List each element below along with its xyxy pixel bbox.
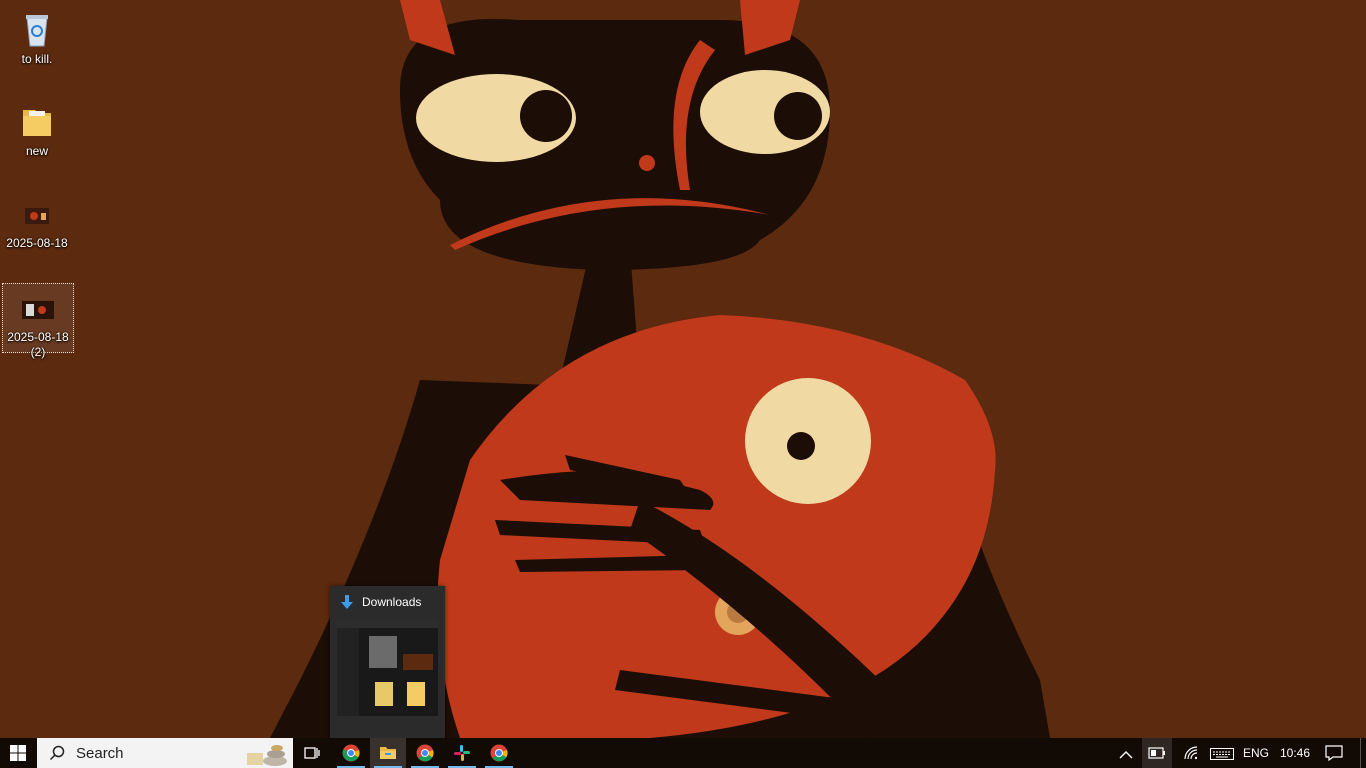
chrome-icon xyxy=(416,744,434,767)
show-hidden-icons-button[interactable] xyxy=(1113,738,1139,768)
desktop-icon-label: new xyxy=(25,144,48,158)
desktop-icon-label: to kill. xyxy=(21,52,53,66)
thumbnail-title: Downloads xyxy=(362,595,422,609)
search-icon xyxy=(49,745,65,766)
keyboard-icon xyxy=(1210,747,1234,765)
desktop-icon-recycle-bin[interactable]: to kill. xyxy=(2,6,72,67)
taskbar-app-chrome[interactable] xyxy=(333,738,369,768)
start-button[interactable] xyxy=(0,738,36,768)
windows-logo-icon xyxy=(10,745,26,766)
thumbnail-preview[interactable] xyxy=(337,620,438,716)
task-view-icon xyxy=(304,745,320,766)
folder-icon xyxy=(17,102,57,142)
chrome-icon xyxy=(490,744,508,767)
desktop-wallpaper xyxy=(0,0,1366,738)
taskbar-app-file-explorer[interactable] xyxy=(370,738,406,768)
touch-keyboard-button[interactable] xyxy=(1207,738,1237,768)
battery-button[interactable] xyxy=(1142,738,1172,768)
taskbar-app-slack[interactable] xyxy=(444,738,480,768)
notification-icon xyxy=(1325,745,1343,766)
action-center-button[interactable] xyxy=(1318,738,1350,768)
image-file-icon xyxy=(17,194,57,234)
desktop-icon-label: 2025-08-18 (2) xyxy=(7,330,69,359)
input-language-button[interactable]: ENG xyxy=(1238,738,1274,768)
search-highlight-image xyxy=(239,739,291,768)
chrome-icon xyxy=(342,744,360,767)
clock-time: 10:46 xyxy=(1280,746,1311,760)
network-button[interactable] xyxy=(1178,738,1204,768)
slack-icon xyxy=(453,744,471,767)
task-view-button[interactable] xyxy=(294,738,330,768)
wifi-icon xyxy=(1183,746,1199,765)
show-desktop-button[interactable] xyxy=(1360,738,1366,768)
desktop-icon-label: 2025-08-18 xyxy=(6,236,68,250)
language-indicator: ENG xyxy=(1243,746,1270,760)
desktop-icon-image-file[interactable]: 2025-08-18 xyxy=(2,190,72,251)
desktop-icon-new-folder[interactable]: new xyxy=(2,98,72,159)
taskbar-app-chrome-3[interactable] xyxy=(481,738,517,768)
battery-charging-icon xyxy=(1148,746,1166,765)
download-arrow-icon xyxy=(339,594,355,615)
taskbar-app-chrome-2[interactable] xyxy=(407,738,443,768)
search-placeholder: Search xyxy=(76,745,124,762)
clock-button[interactable]: 10:46 xyxy=(1274,738,1314,768)
taskbar: Search ENG 10:46 xyxy=(0,738,1366,768)
recycle-bin-icon xyxy=(17,10,57,50)
chevron-up-icon xyxy=(1119,747,1133,765)
search-input[interactable]: Search xyxy=(37,738,293,768)
desktop-icon-image-file-2[interactable]: 2025-08-18 (2) xyxy=(2,283,74,359)
file-explorer-icon xyxy=(379,744,397,767)
image-file-icon xyxy=(18,288,58,328)
taskbar-thumbnail-popup[interactable]: Downloads xyxy=(330,586,445,738)
